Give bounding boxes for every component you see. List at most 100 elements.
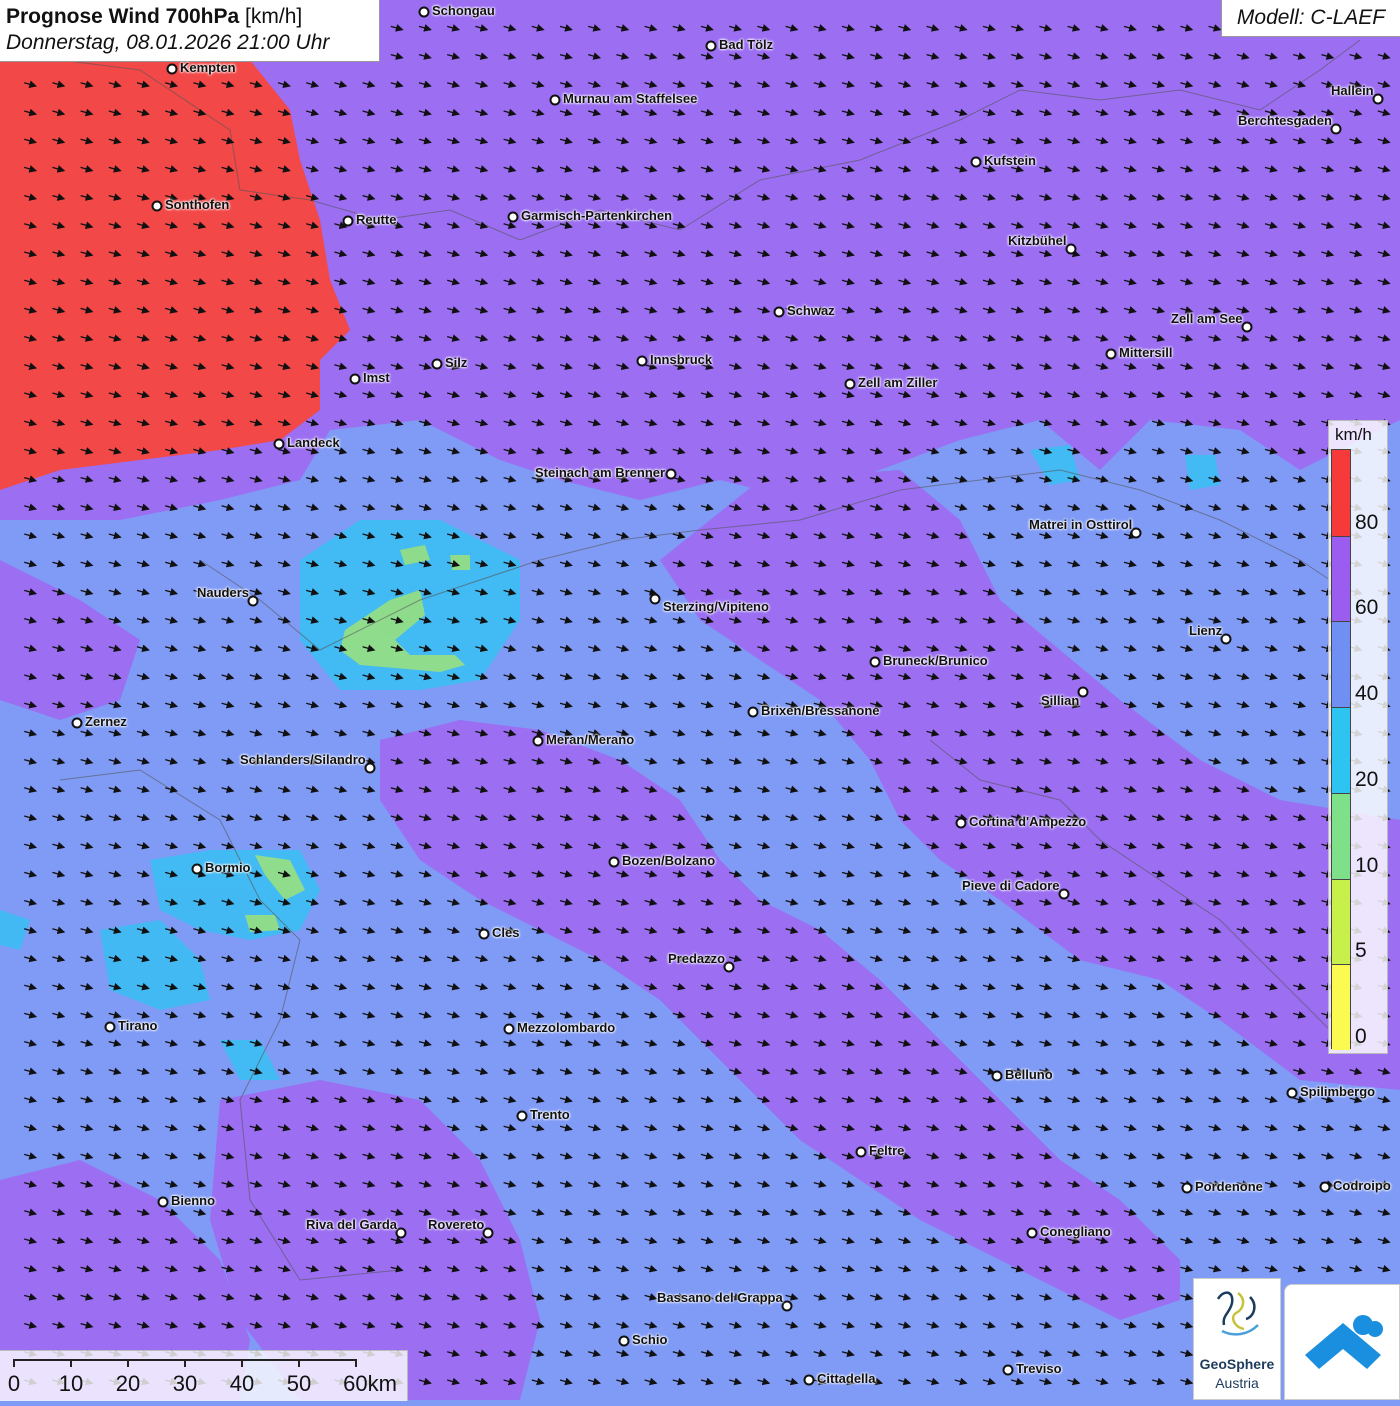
city-label: Pieve di Cadore [962, 878, 1060, 893]
map-title: Prognose Wind 700hPa [km/h] [6, 4, 373, 30]
legend-tick-label: 40 [1355, 682, 1379, 706]
city-label: Brixen/Bressanone [761, 703, 880, 718]
legend-swatch [1332, 792, 1350, 879]
city-dot [970, 156, 982, 168]
city-label: Sillian [1041, 693, 1080, 708]
scale-label: 30 [172, 1371, 198, 1396]
city-dot [1105, 348, 1117, 360]
scale-tick [70, 1359, 72, 1367]
city-label: Predazzo [668, 951, 726, 966]
city-dot [478, 928, 490, 940]
map-title-text: Prognose Wind 700hPa [6, 5, 240, 28]
city-dot [507, 211, 519, 223]
city-label: Feltre [869, 1143, 905, 1158]
legend-tick-label: 60 [1355, 596, 1379, 620]
scale-label: 10 [58, 1371, 84, 1396]
city-dot [844, 378, 856, 390]
app-logo[interactable] [1284, 1284, 1400, 1400]
city-label: Sterzing/Vipiteno [663, 599, 769, 614]
city-dot [157, 1196, 169, 1208]
city-dot [516, 1110, 528, 1122]
city-dot [618, 1335, 630, 1347]
city-label: Cittadella [817, 1371, 876, 1386]
city-label: Kufstein [984, 153, 1036, 168]
legend-swatch [1332, 535, 1350, 622]
city-label: Bozen/Bolzano [622, 853, 716, 868]
city-label: Trento [530, 1107, 570, 1122]
city-label: Hallein [1331, 83, 1374, 98]
city-label: Bruneck/Brunico [883, 653, 988, 668]
city-label: Nauders [197, 585, 250, 600]
city-dot [1026, 1227, 1038, 1239]
map-title-unit: [km/h] [245, 5, 303, 28]
scale-label: 60km [343, 1371, 397, 1396]
city-label: Riva del Garda [306, 1217, 398, 1232]
model-label: Modell: C-LAEF [1221, 0, 1400, 37]
city-label: Berchtesgaden [1238, 113, 1332, 128]
scale-tick [13, 1359, 15, 1367]
city-dot [869, 656, 881, 668]
city-label: Schio [632, 1332, 668, 1347]
city-dot [636, 355, 648, 367]
city-label: Treviso [1016, 1361, 1062, 1376]
city-label: Zell am Ziller [858, 375, 938, 390]
city-dot [773, 306, 785, 318]
city-dot [418, 6, 430, 18]
scale-bar: 0 10 20 30 40 50 60km [0, 1350, 408, 1401]
city-label: Imst [363, 370, 390, 385]
city-dot [1058, 888, 1070, 900]
scale-tick [298, 1359, 300, 1367]
city-label: Bassano del Grappa [657, 1290, 783, 1305]
city-dot [747, 706, 759, 718]
legend-swatch [1332, 707, 1350, 793]
city-dot [273, 438, 285, 450]
city-label: Conegliano [1040, 1224, 1111, 1239]
city-label: Innsbruck [650, 352, 713, 367]
legend-swatch [1332, 450, 1350, 536]
logo-name: GeoSphere [1199, 1356, 1275, 1372]
legend-swatch [1332, 878, 1350, 965]
city-label: Sonthofen [165, 197, 230, 212]
legend-tick-label: 10 [1355, 853, 1379, 877]
geosphere-logo[interactable]: GeoSphere Austria [1193, 1278, 1281, 1400]
scale-tick [355, 1359, 357, 1367]
legend-tick-label: 20 [1355, 767, 1379, 791]
city-label: Pordenone [1195, 1179, 1263, 1194]
legend-unit: km/h [1335, 425, 1372, 444]
city-dot [1002, 1364, 1014, 1376]
city-dot [166, 63, 178, 75]
color-legend: km/h 80 60 40 20 10 5 0 [1328, 420, 1388, 1054]
city-dot [781, 1300, 793, 1312]
city-label: Lienz [1189, 623, 1223, 638]
app-cloud-arrow-icon [1305, 1315, 1383, 1369]
city-label: Rovereto [428, 1217, 485, 1232]
city-label: Codroipo [1333, 1178, 1391, 1193]
city-label: Schongau [432, 3, 495, 18]
city-label: Kempten [180, 60, 236, 75]
city-dot [1286, 1087, 1298, 1099]
city-label: Bienno [171, 1193, 216, 1208]
city-dot [991, 1070, 1003, 1082]
city-label: Spilimbergo [1300, 1084, 1376, 1099]
city-dot [705, 40, 717, 52]
city-label: Schwaz [787, 303, 835, 318]
city-label: Cortina d'Ampezzo [969, 814, 1087, 829]
city-dot [395, 1227, 407, 1239]
scale-tick [184, 1359, 186, 1367]
city-label: Belluno [1005, 1067, 1053, 1082]
city-label: Mezzolombardo [517, 1020, 616, 1035]
city-label: Bad Tölz [719, 37, 774, 52]
legend-bar [1331, 449, 1351, 1050]
city-dot [1330, 123, 1342, 135]
city-label: Silz [445, 355, 468, 370]
scale-tick [241, 1359, 243, 1367]
scale-label: 50 [286, 1371, 312, 1396]
city-dot [431, 358, 443, 370]
geosphere-emblem-icon [1216, 1291, 1259, 1336]
city-dot [364, 762, 376, 774]
city-label: Murnau am Staffelsee [563, 91, 698, 106]
city-dot [71, 717, 83, 729]
city-dot [1181, 1182, 1193, 1194]
city-label: Cles [492, 925, 520, 940]
city-label: Reutte [356, 212, 397, 227]
